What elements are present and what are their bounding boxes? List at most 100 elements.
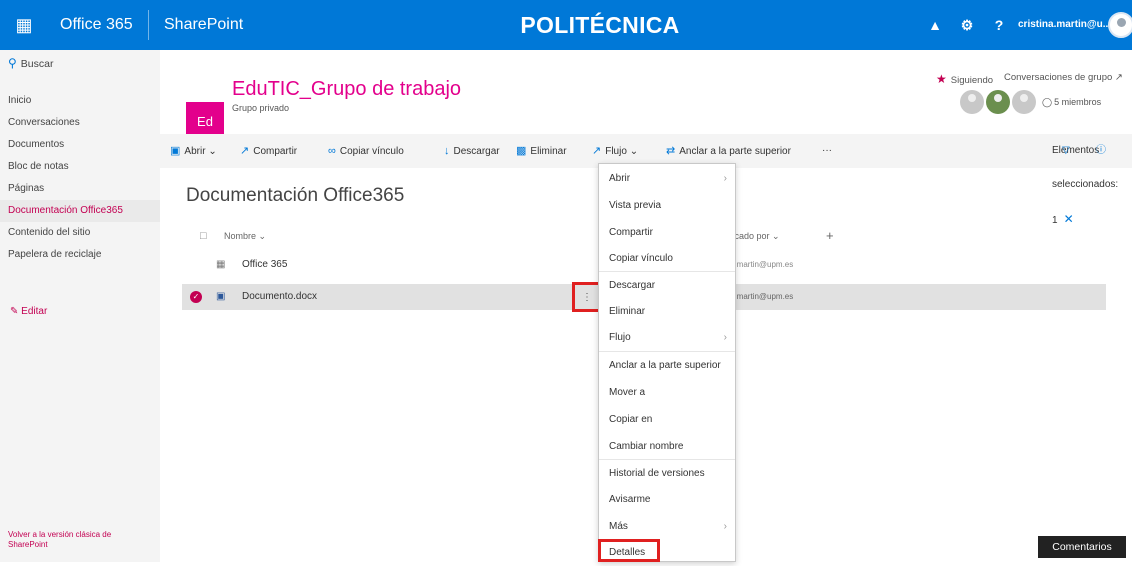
top-bar: ▦ Office 365 SharePoint POLITÉCNICA ▲ ⚙ … bbox=[0, 0, 1132, 50]
chevron-right-icon: › bbox=[723, 173, 727, 184]
word-icon: ▣ bbox=[170, 145, 181, 157]
feedback-button[interactable]: Comentarios bbox=[1038, 536, 1126, 558]
highlight-box bbox=[598, 539, 660, 562]
filter-icon[interactable]: ▽ bbox=[1062, 134, 1070, 168]
row-modified-by: a.martin@upm.es bbox=[730, 292, 794, 301]
chevron-right-icon: › bbox=[723, 332, 727, 343]
menu-item-mas[interactable]: Más › bbox=[599, 514, 735, 540]
nav-item-bloc-de-notas[interactable]: Bloc de notas bbox=[0, 156, 160, 178]
nav-item-documentacion[interactable]: Documentación Office365 bbox=[0, 200, 160, 222]
menu-item-cambiar-nombre[interactable]: Cambiar nombre bbox=[599, 434, 735, 460]
pin-icon: ⇄ bbox=[666, 145, 676, 157]
person-icon: ◯ bbox=[1042, 96, 1053, 107]
download-icon: ↓ bbox=[444, 145, 450, 157]
menu-item-label: Más bbox=[609, 521, 628, 532]
row-modified-by: a.martin@upm.es bbox=[730, 260, 794, 269]
nav-item-papelera[interactable]: Papelera de reciclaje bbox=[0, 244, 160, 266]
menu-item-copiar-en[interactable]: Copiar en bbox=[599, 407, 735, 433]
flow-icon: ↗ bbox=[592, 145, 602, 157]
column-name[interactable]: Nombre ⌄ bbox=[224, 223, 266, 249]
search-icon: ⚲ bbox=[8, 56, 17, 70]
library-title: Documentación Office365 bbox=[186, 185, 405, 206]
menu-divider bbox=[599, 459, 735, 460]
chevron-down-icon: ⌄ bbox=[772, 231, 780, 241]
menu-divider bbox=[599, 271, 735, 272]
word-doc-icon: ▣ bbox=[216, 291, 226, 302]
chevron-down-icon: ⌄ bbox=[629, 146, 639, 157]
file-type-icon: □ bbox=[200, 230, 207, 242]
chevron-down-icon: ⌄ bbox=[208, 146, 217, 157]
menu-item-anclar[interactable]: Anclar a la parte superior bbox=[599, 353, 735, 379]
info-icon[interactable]: ⓘ bbox=[1096, 134, 1106, 168]
row-name[interactable]: Documento.docx bbox=[242, 284, 317, 310]
nav-item-documentos[interactable]: Documentos bbox=[0, 134, 160, 156]
trash-icon: ▩ bbox=[516, 145, 527, 157]
member-avatar bbox=[1012, 90, 1036, 114]
site-title[interactable]: EduTIC_Grupo de trabajo bbox=[232, 78, 461, 101]
members-count: 5 miembros bbox=[1054, 97, 1102, 107]
folder-icon: ▦ bbox=[216, 259, 226, 270]
member-avatar bbox=[986, 90, 1010, 114]
column-name-label: Nombre bbox=[224, 231, 257, 241]
open-button[interactable]: ▣ Abrir ⌄ bbox=[170, 134, 217, 168]
checkmark-icon[interactable]: ✓ bbox=[190, 291, 202, 303]
help-icon[interactable]: ? bbox=[982, 0, 1016, 50]
office365-link[interactable]: Office 365 bbox=[52, 0, 133, 50]
nav-item-inicio[interactable]: Inicio bbox=[0, 90, 160, 112]
menu-item-flujo[interactable]: Flujo › bbox=[599, 325, 735, 351]
classic-version-link[interactable]: Volver a la versión clásica de SharePoin… bbox=[8, 530, 148, 550]
download-button[interactable]: ↓ Descargar bbox=[444, 134, 500, 168]
edit-link[interactable]: ✎ Editar bbox=[10, 306, 47, 317]
more-button[interactable]: ··· bbox=[822, 134, 832, 168]
flow-label: Flujo bbox=[605, 146, 627, 157]
gear-icon[interactable]: ⚙ bbox=[950, 0, 984, 50]
edit-label: Editar bbox=[21, 306, 48, 317]
group-conversations-link[interactable]: Conversaciones de grupo ↗ bbox=[1004, 72, 1123, 83]
topbar-separator bbox=[148, 10, 149, 40]
menu-item-copiar-vinculo[interactable]: Copiar vínculo bbox=[599, 246, 735, 272]
brand-logo: POLITÉCNICA bbox=[520, 12, 680, 38]
nav-item-paginas[interactable]: Páginas bbox=[0, 178, 160, 200]
delete-label: Eliminar bbox=[530, 146, 567, 157]
delete-button[interactable]: ▩ Eliminar bbox=[516, 134, 567, 168]
star-icon: ★ bbox=[936, 72, 947, 86]
arrow-up-right-icon: ↗ bbox=[1114, 72, 1123, 83]
menu-item-eliminar[interactable]: Eliminar bbox=[599, 299, 735, 325]
site-subtitle: Grupo privado bbox=[232, 103, 290, 113]
copy-link-button[interactable]: ∞ Copiar vínculo bbox=[328, 134, 404, 168]
pin-label: Anclar a la parte superior bbox=[679, 146, 791, 157]
share-icon: ↗ bbox=[240, 145, 250, 157]
link-icon: ∞ bbox=[328, 145, 336, 157]
row-name[interactable]: Office 365 bbox=[242, 252, 287, 278]
follow-button[interactable]: ★ Siguiendo bbox=[936, 72, 993, 86]
menu-item-historial[interactable]: Historial de versiones bbox=[599, 461, 735, 487]
open-label: Abrir bbox=[184, 146, 206, 157]
member-avatar bbox=[960, 90, 984, 114]
context-menu: Abrir › Vista previa Compartir Copiar vín… bbox=[598, 163, 736, 562]
nav-item-contenido[interactable]: Contenido del sitio bbox=[0, 222, 160, 244]
nav-item-conversaciones[interactable]: Conversaciones bbox=[0, 112, 160, 134]
menu-item-mover-a[interactable]: Mover a bbox=[599, 380, 735, 406]
menu-item-compartir[interactable]: Compartir bbox=[599, 220, 735, 246]
group-conversations-label: Conversaciones de grupo bbox=[1004, 72, 1113, 83]
menu-item-avisarme[interactable]: Avisarme bbox=[599, 487, 735, 513]
menu-item-abrir[interactable]: Abrir › bbox=[599, 166, 735, 192]
add-column-icon[interactable]: + bbox=[826, 223, 834, 249]
search-box[interactable]: ⚲ Buscar bbox=[8, 56, 53, 70]
chevron-down-icon: ⌄ bbox=[258, 231, 267, 241]
user-avatar[interactable] bbox=[1108, 12, 1132, 38]
sharepoint-link[interactable]: SharePoint bbox=[164, 0, 243, 50]
chevron-right-icon: › bbox=[723, 521, 727, 532]
share-button[interactable]: ↗ Compartir bbox=[240, 134, 297, 168]
members-bar[interactable]: ◯ 5 miembros bbox=[960, 88, 1101, 116]
left-navigation: ⚲ Buscar Inicio Conversaciones Documentos… bbox=[0, 50, 160, 562]
menu-item-descargar[interactable]: Descargar bbox=[599, 273, 735, 299]
bell-icon[interactable]: ▲ bbox=[918, 0, 952, 50]
column-modified-by[interactable]: ficado por ⌄ bbox=[730, 223, 780, 249]
menu-item-vista-previa[interactable]: Vista previa bbox=[599, 193, 735, 219]
user-name[interactable]: cristina.martin@u... bbox=[1018, 0, 1111, 50]
search-label: Buscar bbox=[20, 58, 54, 70]
menu-item-label: Flujo bbox=[609, 332, 631, 343]
follow-label: Siguiendo bbox=[950, 75, 994, 86]
app-launcher-icon[interactable]: ▦ bbox=[0, 0, 48, 50]
